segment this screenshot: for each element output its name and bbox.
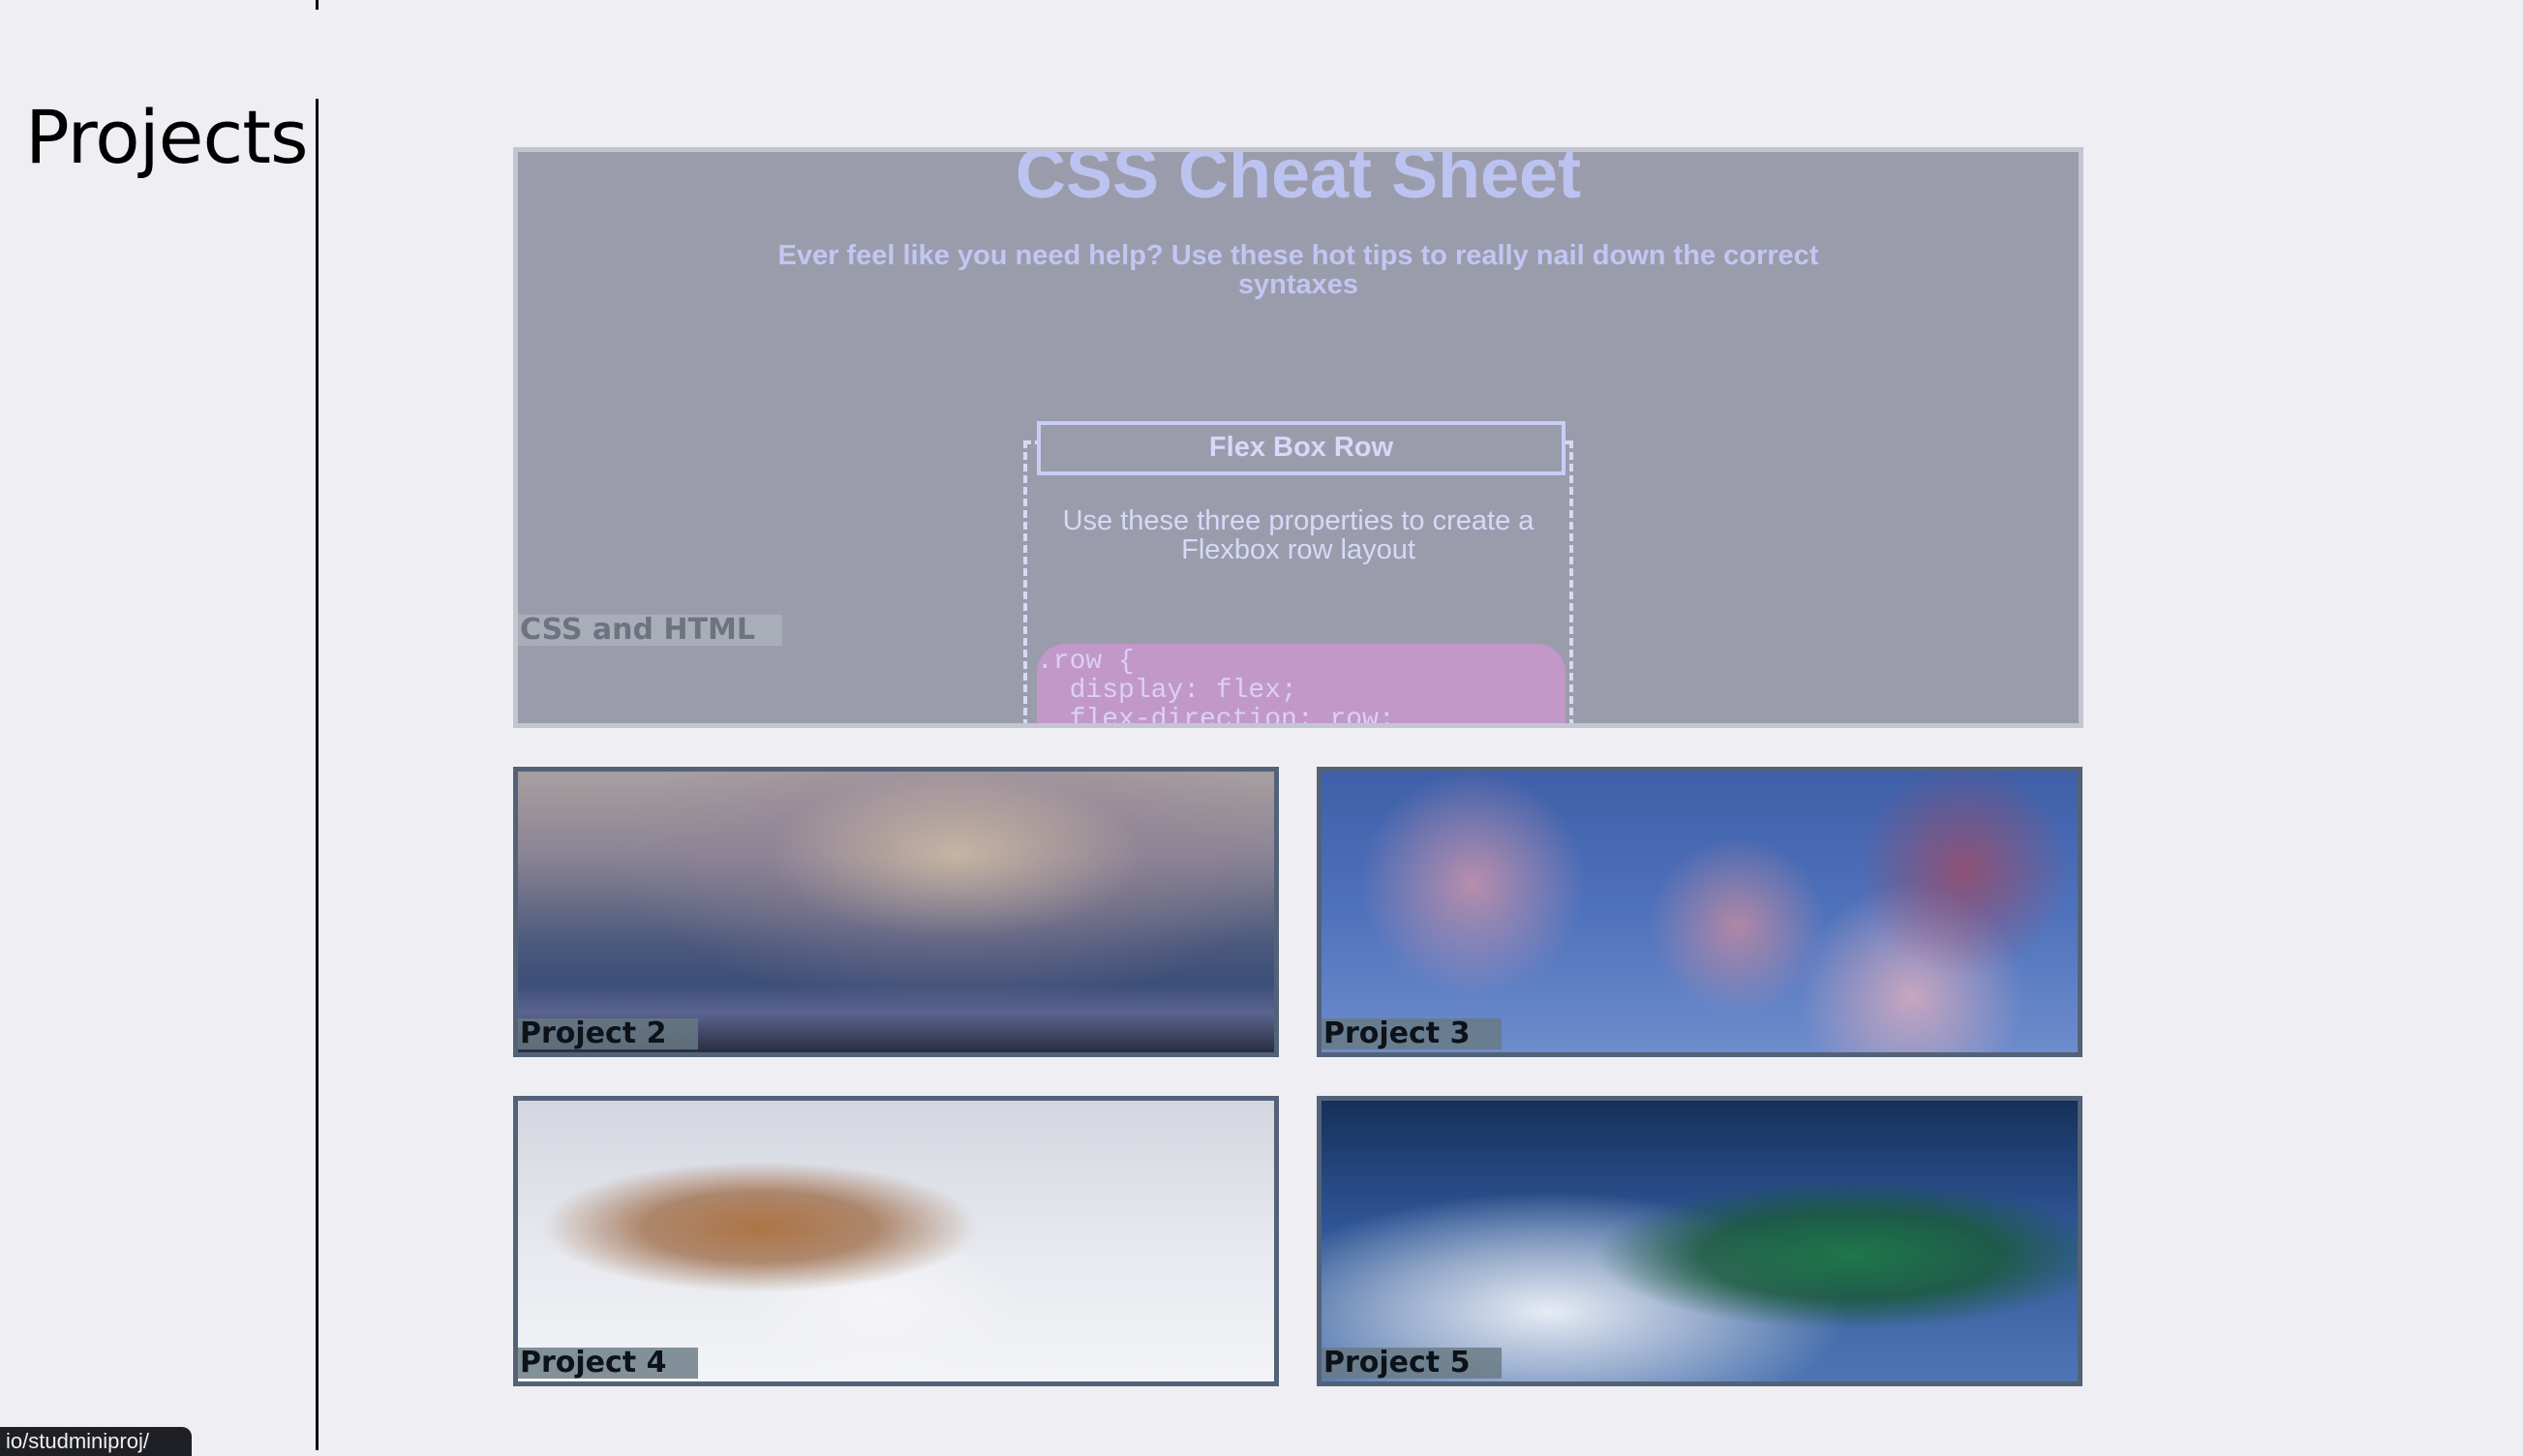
project-card-featured[interactable]: CSS Cheat Sheet Ever feel like you need … <box>513 147 2083 728</box>
project-caption: Project 2 <box>518 1018 698 1049</box>
status-bar-url: io/studminiproj/ <box>0 1427 192 1456</box>
project-card-2[interactable]: Project 2 <box>513 767 1279 1057</box>
preview-subtitle: Ever feel like you need help? Use these … <box>777 240 1819 300</box>
preview-card-description: Use these three properties to create a F… <box>1062 505 1535 565</box>
project-card-4[interactable]: Project 4 <box>513 1096 1279 1386</box>
preview-code-snippet: .row { display: flex; flex-direction: ro… <box>1037 644 1565 723</box>
project-card-3[interactable]: Project 3 <box>1317 767 2082 1057</box>
sidebar-divider <box>316 99 319 1450</box>
preview-title: CSS Cheat Sheet <box>1015 147 1582 213</box>
sidebar-divider-top <box>316 0 319 10</box>
preview-card-heading: Flex Box Row <box>1037 421 1565 475</box>
section-title: Projects <box>25 94 309 180</box>
project-caption: Project 4 <box>518 1348 698 1379</box>
project-caption: CSS and HTML <box>518 615 782 646</box>
preview-flexbox-card: Flex Box Row Use these three properties … <box>1023 421 1573 723</box>
project-caption: Project 5 <box>1322 1348 1502 1379</box>
project-card-5[interactable]: Project 5 <box>1317 1096 2082 1386</box>
project-caption: Project 3 <box>1322 1018 1502 1049</box>
